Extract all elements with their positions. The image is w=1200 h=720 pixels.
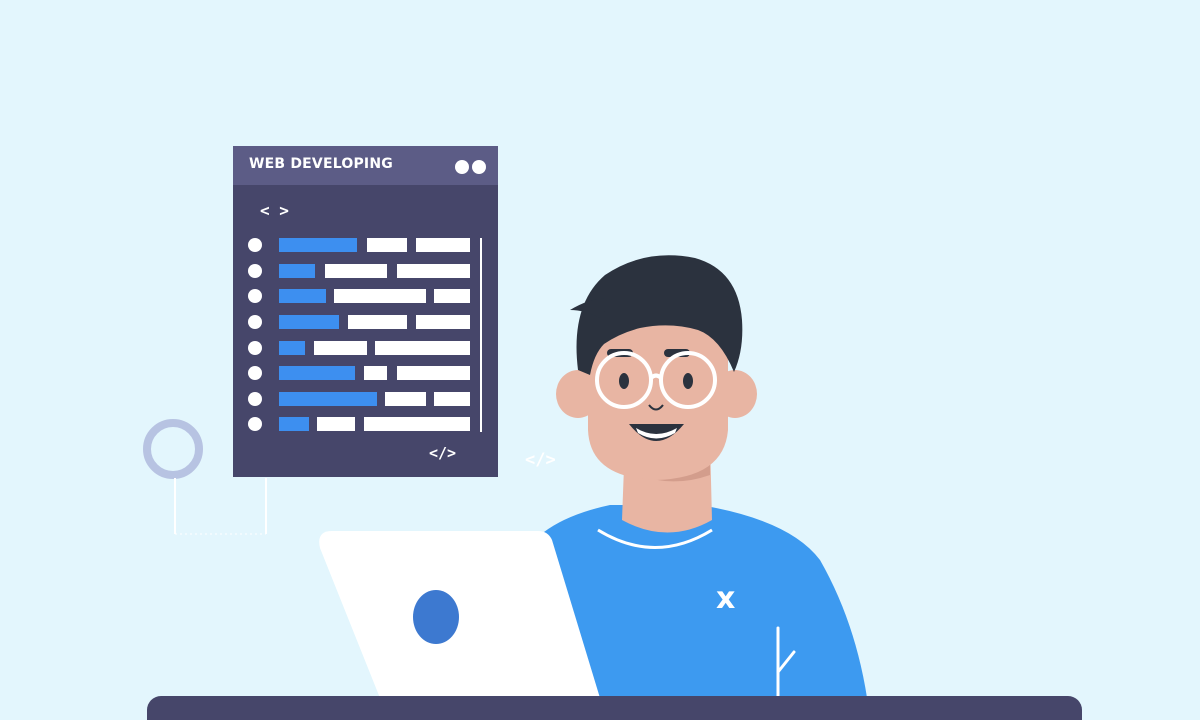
laptop-logo-icon: [413, 590, 459, 644]
desk: [147, 696, 1082, 720]
illustration-scene: WEB DEVELOPING < > </> </> x: [0, 0, 1200, 720]
laptop: [319, 531, 600, 698]
laptop-lid: [319, 531, 600, 698]
